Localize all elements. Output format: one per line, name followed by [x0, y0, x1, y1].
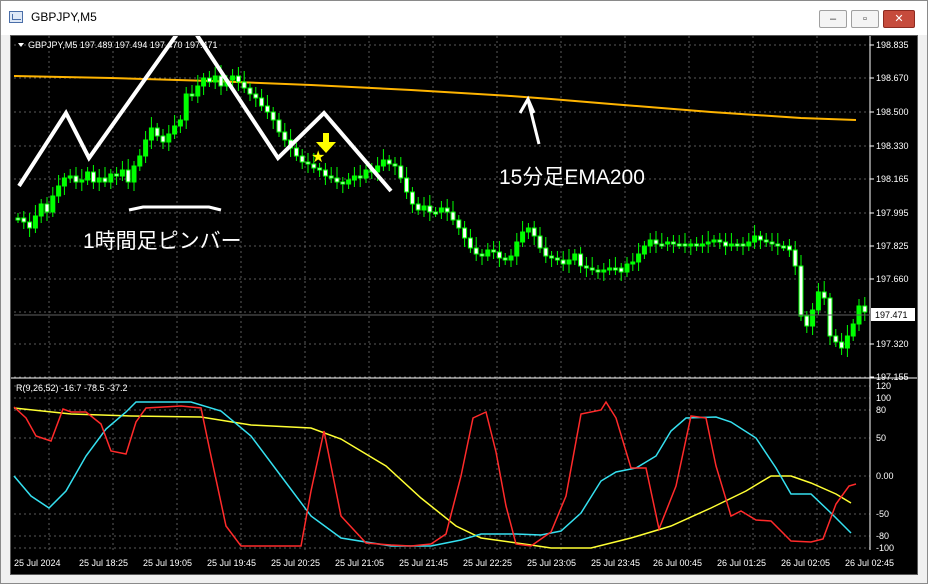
candles — [15, 65, 868, 357]
minimize-button[interactable]: ‒ — [819, 10, 847, 28]
price-label: 198.165 — [876, 174, 909, 184]
price-label: 197.660 — [876, 274, 909, 284]
indicator-scale-label: 100 — [876, 393, 891, 403]
price-label: 198.500 — [876, 107, 909, 117]
pinbar-bracket — [128, 205, 222, 212]
time-label: 25 Jul 19:45 — [207, 558, 256, 568]
current-price-label: 197.471 — [875, 310, 908, 320]
time-label: 25 Jul 22:25 — [463, 558, 512, 568]
time-label: 25 Jul 21:05 — [335, 558, 384, 568]
ema-pointer-arrowhead — [518, 95, 536, 114]
indicator-scale: 120 100 80 50 0.00 -50 -80 -100 — [876, 381, 894, 553]
time-label: 25 Jul 23:45 — [591, 558, 640, 568]
indicator-grid — [14, 378, 870, 550]
chart-window-icon — [9, 11, 23, 23]
time-label: 25 Jul 21:45 — [399, 558, 448, 568]
time-label: 26 Jul 02:05 — [781, 558, 830, 568]
indicator-scale-label: 120 — [876, 381, 891, 391]
time-label: 25 Jul 2024 — [14, 558, 61, 568]
rci-short-line — [13, 400, 857, 547]
time-label: 25 Jul 19:05 — [143, 558, 192, 568]
chart-window: GBPJPY,M5 ‒ ▫ ✕ 15分足EMA200 1時間足ピンバー ★ GB… — [0, 0, 928, 584]
time-axis: 25 Jul 2024 25 Jul 18:25 25 Jul 19:05 25 Ju… — [14, 558, 894, 568]
pinbar-annotation: 1時間足ピンバー — [83, 230, 242, 253]
time-label: 25 Jul 23:05 — [527, 558, 576, 568]
maximize-button[interactable]: ▫ — [851, 10, 879, 28]
price-label: 197.320 — [876, 339, 909, 349]
star-signal: ★ — [311, 149, 325, 166]
time-label: 26 Jul 01:25 — [717, 558, 766, 568]
price-label: 197.995 — [876, 208, 909, 218]
indicator-scale-label: 0.00 — [876, 471, 894, 481]
indicator-scale-label: -80 — [876, 531, 889, 541]
indicator-scale-label: -50 — [876, 509, 889, 519]
collapse-icon[interactable] — [18, 43, 24, 47]
pattern-drawing — [17, 36, 393, 193]
chart-area[interactable]: 15分足EMA200 1時間足ピンバー ★ GBPJPY,M5 197.489 … — [10, 35, 918, 575]
indicator-scale-label: -100 — [876, 543, 894, 553]
indicator-header: R(9,26,52) -16.7 -78.5 -37.2 — [16, 383, 128, 393]
time-label: 25 Jul 18:25 — [79, 558, 128, 568]
price-label: 198.670 — [876, 73, 909, 83]
price-axis: 198.835 198.670 198.500 198.330 198.165 197.9… — [870, 40, 909, 382]
time-label: 26 Jul 02:45 — [845, 558, 894, 568]
indicator-scale-label: 80 — [876, 405, 886, 415]
chart-canvas[interactable]: 15分足EMA200 1時間足ピンバー ★ GBPJPY,M5 197.489 … — [11, 36, 917, 574]
price-label: 198.835 — [876, 40, 909, 50]
ema-annotation: 15分足EMA200 — [499, 166, 645, 189]
title-bar[interactable]: GBPJPY,M5 ‒ ▫ ✕ — [1, 1, 927, 35]
indicator-scale-label: 50 — [876, 433, 886, 443]
symbol-header: GBPJPY,M5 197.489 197.494 197.470 197.47… — [28, 40, 218, 50]
price-label: 197.825 — [876, 241, 909, 251]
time-label: 25 Jul 20:25 — [271, 558, 320, 568]
price-label: 198.330 — [876, 141, 909, 151]
time-label: 26 Jul 00:45 — [653, 558, 702, 568]
close-button[interactable]: ✕ — [883, 10, 915, 28]
window-title: GBPJPY,M5 — [31, 10, 97, 24]
